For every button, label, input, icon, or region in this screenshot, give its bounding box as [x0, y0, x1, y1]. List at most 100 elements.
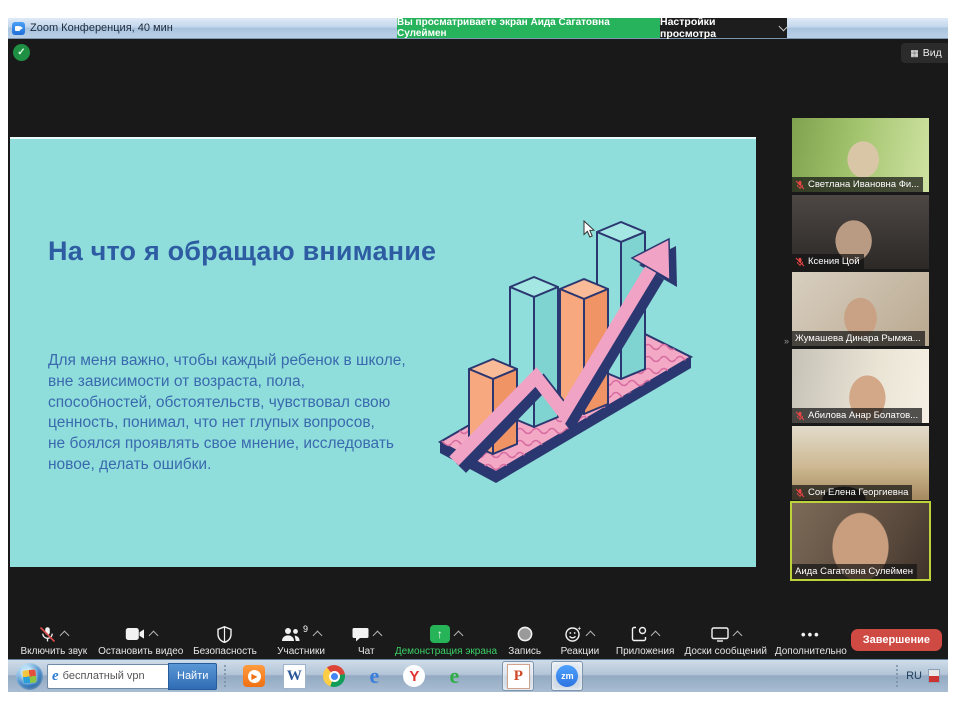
- chat-label: Чат: [358, 646, 375, 657]
- taskbar-powerpoint-button[interactable]: P: [502, 661, 534, 691]
- view-settings-label: Настройки просмотра: [660, 18, 773, 40]
- taskbar-green-browser-icon[interactable]: e: [439, 662, 469, 690]
- tray-grip: [895, 664, 900, 688]
- participant-video-4[interactable]: Абилова Анар Болатов...: [792, 349, 929, 423]
- start-button[interactable]: [16, 663, 43, 690]
- participant-video-2[interactable]: Ксения Цой: [792, 195, 929, 269]
- window-titlebar[interactable]: Zoom Конференция, 40 мин Вы просматривае…: [8, 18, 948, 39]
- chat-button[interactable]: Чат: [340, 620, 393, 659]
- muted-mic-icon: [795, 257, 805, 267]
- taskbar-yandex-icon[interactable]: Y: [399, 662, 429, 690]
- participant-name: Аида Сагатовна Сулеймен: [795, 566, 913, 577]
- chat-options-chevron[interactable]: [372, 631, 382, 641]
- view-button-label: Вид: [923, 47, 942, 59]
- chevron-down-icon: [779, 22, 789, 32]
- participants-button[interactable]: 9 Участники: [262, 620, 340, 659]
- zoom-app-icon: [12, 22, 25, 35]
- view-layout-button[interactable]: ▦ Вид: [901, 43, 948, 63]
- zoom-window: Zoom Конференция, 40 мин Вы просматривае…: [8, 18, 948, 692]
- shield-icon: [217, 626, 232, 643]
- participant-name: Сон Елена Георгиевна: [808, 487, 908, 498]
- collapse-videos-icon[interactable]: »: [784, 336, 789, 346]
- muted-mic-icon: [795, 180, 805, 190]
- green-e-browser-icon: e: [450, 665, 460, 687]
- participants-count-badge: 9: [303, 624, 308, 634]
- windows-logo-icon: [22, 669, 36, 683]
- internet-explorer-icon: e: [370, 665, 380, 687]
- yandex-browser-icon: Y: [403, 665, 425, 687]
- participant-name-label: Абилова Анар Болатов...: [792, 408, 922, 423]
- participant-name-label: Жумашева Динара Рымжа...: [792, 331, 925, 346]
- chat-bubble-icon: [352, 627, 369, 642]
- slide-title: На что я обращаю внимание: [48, 235, 448, 269]
- svg-text:+: +: [578, 627, 582, 633]
- participant-video-6-active-speaker[interactable]: Аида Сагатовна Сулеймен: [792, 503, 929, 579]
- end-meeting-button[interactable]: Завершение: [851, 629, 942, 651]
- taskbar-word-icon[interactable]: W: [279, 662, 309, 690]
- record-button[interactable]: Запись: [499, 620, 550, 659]
- word-icon: W: [283, 664, 306, 689]
- slide-body-text: Для меня важно, чтобы каждый ребенок в ш…: [48, 351, 468, 476]
- participants-label: Участники: [277, 646, 325, 657]
- record-label: Запись: [508, 646, 541, 657]
- whiteboards-options-chevron[interactable]: [732, 631, 742, 641]
- reactions-options-chevron[interactable]: [586, 631, 596, 641]
- mic-muted-icon: [39, 626, 56, 643]
- potplayer-icon: ▶: [243, 665, 265, 687]
- more-label: Дополнительно: [775, 646, 847, 657]
- security-label: Безопасность: [193, 646, 257, 657]
- grid-view-icon: ▦: [910, 48, 919, 59]
- participant-video-3[interactable]: Жумашева Динара Рымжа...: [792, 272, 929, 346]
- taskbar-search-box[interactable]: e бесплатный vpn: [47, 664, 168, 689]
- participant-name-label: Сон Елена Георгиевна: [792, 485, 912, 500]
- stop-video-label: Остановить видео: [98, 646, 183, 657]
- mouse-cursor: [583, 220, 595, 238]
- reactions-button[interactable]: + Реакции: [550, 620, 610, 659]
- video-camera-icon: [125, 627, 145, 641]
- taskbar-zoom-button[interactable]: zm: [551, 661, 583, 691]
- share-options-chevron[interactable]: [453, 631, 463, 641]
- ie-icon: e: [52, 669, 59, 684]
- participant-name: Светлана Ивановна Фи...: [808, 179, 919, 190]
- encryption-shield-icon[interactable]: ✓: [13, 44, 30, 61]
- apps-options-chevron[interactable]: [651, 631, 661, 641]
- participant-name: Жумашева Динара Рымжа...: [795, 333, 921, 344]
- taskbar-internet-explorer-icon[interactable]: e: [359, 662, 389, 690]
- tray-small-icon[interactable]: [928, 669, 940, 683]
- apps-button[interactable]: Приложения: [610, 620, 681, 659]
- audio-options-chevron[interactable]: [60, 631, 70, 641]
- smiley-reactions-icon: +: [565, 626, 582, 642]
- bar-chart-arrow-illustration: [436, 209, 748, 501]
- taskbar-potplayer-icon[interactable]: ▶: [239, 662, 269, 690]
- unmute-label: Включить звук: [20, 646, 87, 657]
- participant-video-5[interactable]: Сон Елена Георгиевна: [792, 426, 929, 500]
- reactions-label: Реакции: [561, 646, 600, 657]
- share-screen-label: Демонстрация экрана: [395, 646, 497, 657]
- window-title: Zoom Конференция, 40 мин: [30, 22, 173, 34]
- viewing-screen-banner: Вы просматриваете экран Аида Сагатовна С…: [397, 18, 660, 38]
- search-input-value: бесплатный vpn: [63, 670, 145, 682]
- participants-options-chevron[interactable]: [313, 631, 323, 641]
- zoom-icon: zm: [556, 665, 578, 687]
- participants-icon: [281, 627, 301, 642]
- apps-label: Приложения: [616, 646, 675, 657]
- more-button[interactable]: ••• Дополнительно: [771, 620, 851, 659]
- record-icon: [517, 626, 533, 642]
- search-find-button[interactable]: Найти: [168, 663, 217, 690]
- security-button[interactable]: Безопасность: [188, 620, 262, 659]
- participant-name-label: Аида Сагатовна Сулеймен: [792, 564, 917, 579]
- participant-video-1[interactable]: Светлана Ивановна Фи...: [792, 118, 929, 192]
- participant-name-label: Светлана Ивановна Фи...: [792, 177, 923, 192]
- whiteboards-button[interactable]: Доски сообщений: [680, 620, 771, 659]
- share-screen-icon: ↑: [430, 625, 450, 643]
- language-indicator[interactable]: RU: [906, 670, 922, 682]
- video-options-chevron[interactable]: [148, 631, 158, 641]
- view-settings-button[interactable]: Настройки просмотра: [660, 18, 787, 38]
- stop-video-button[interactable]: Остановить видео: [94, 620, 188, 659]
- share-screen-button[interactable]: ↑ Демонстрация экрана: [393, 620, 500, 659]
- viewing-screen-text: Вы просматриваете экран Аида Сагатовна С…: [397, 18, 660, 39]
- unmute-button[interactable]: Включить звук: [14, 620, 94, 659]
- taskbar-chrome-icon[interactable]: [319, 662, 349, 690]
- apps-icon: [631, 626, 647, 642]
- screenshot-root: Zoom Конференция, 40 мин Вы просматривае…: [0, 0, 960, 720]
